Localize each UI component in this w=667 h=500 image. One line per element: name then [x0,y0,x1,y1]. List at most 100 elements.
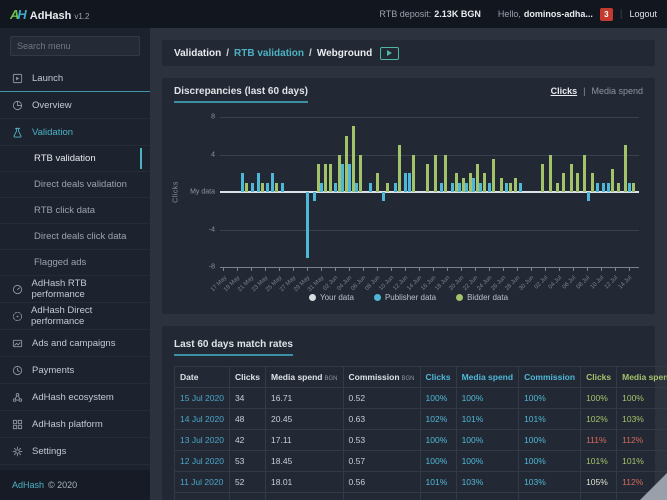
sidebar-item-adhash-rtb-performance[interactable]: AdHash RTB performance [0,276,150,303]
breadcrumb-rtb-validation[interactable]: RTB validation [234,48,304,59]
table-row: 10 Jul 20203312.970.40103%102%102%103%10… [175,493,667,500]
match-rates-table: DateClicksMedia spendBGNCommissionBGNCli… [174,366,667,500]
legend-item-your-data[interactable]: Your data [309,293,354,302]
sidebar-item-adhash-direct-performance[interactable]: AdHash Direct performance [0,303,150,330]
app-version: v1.2 [74,12,89,21]
col-date-base[interactable]: Date [175,367,230,388]
commission-cell: 0.40 [343,493,420,500]
media-spend-cell: 17.11 [266,430,344,451]
sidebar-subitem-rtb-click-data[interactable]: RTB click data [0,198,150,224]
publisher-match-cell: 100% [519,430,581,451]
table-row: 14 Jul 20204820.450.63102%101%101%102%10… [175,409,667,430]
bidder-match-cell: 103% [581,493,617,500]
sidebar-item-payments[interactable]: Payments [0,357,150,384]
date-cell[interactable]: 15 Jul 2020 [175,388,230,409]
x-tick [615,267,616,271]
notifications-badge[interactable]: 3 [600,8,613,21]
x-tick [433,267,434,271]
bidder-bar [549,155,552,193]
commission-cell: 0.56 [343,472,420,493]
publisher-bar [320,183,323,192]
col-media-spend-bidder[interactable]: Media spend [617,367,667,388]
sidebar-subitem-flagged-ads[interactable]: Flagged ads [0,250,150,276]
sidebar-item-validation[interactable]: Validation [0,119,150,146]
publisher-match-cell: 100% [420,430,456,451]
toggle-media-spend[interactable]: Media spend [591,86,643,96]
discrepancies-chart: Clicks 84-4-8My data17 May19 May21 May23… [220,117,639,267]
username[interactable]: dominos-adha... [524,9,593,19]
play-button[interactable] [380,47,399,60]
brand-name: AdHash [30,10,72,22]
bidder-bar [398,145,401,192]
col-commission-base[interactable]: CommissionBGN [343,367,420,388]
sidebar-item-adhash-platform[interactable]: AdHash platform [0,411,150,438]
bidder-match-cell: 100% [617,388,667,409]
publisher-bar [369,183,372,192]
toggle-clicks[interactable]: Clicks [551,86,578,96]
bidder-bar [376,173,379,192]
bidder-bar [611,169,614,192]
publisher-bar [596,183,599,192]
resize-grip[interactable] [640,473,667,500]
publisher-bar [602,183,605,192]
bidder-match-cell: 112% [617,430,667,451]
publisher-bar [451,183,454,192]
col-media-spend-base[interactable]: Media spendBGN [266,367,344,388]
logout-button[interactable]: Logout [629,9,657,19]
date-cell[interactable]: 10 Jul 2020 [175,493,230,500]
sidebar-item-overview[interactable]: Overview [0,92,150,119]
sidebar-item-ads-and-campaigns[interactable]: Ads and campaigns [0,330,150,357]
publisher-bar [348,164,351,192]
direct-performance-icon [12,310,23,322]
validation-icon [12,126,24,138]
sidebar-subitem-direct-deals-click-data[interactable]: Direct deals click data [0,224,150,250]
publisher-bar [341,164,344,192]
date-cell[interactable]: 14 Jul 2020 [175,409,230,430]
sidebar-subitem-direct-deals-validation[interactable]: Direct deals validation [0,172,150,198]
date-cell[interactable]: 11 Jul 2020 [175,472,230,493]
search-input[interactable] [10,36,140,56]
clicks-cell: 48 [229,409,265,430]
publisher-bar [472,178,475,192]
date-cell[interactable]: 12 Jul 2020 [175,451,230,472]
sidebar-item-launch[interactable]: Launch [0,65,150,92]
x-tick [391,267,392,271]
publisher-bar [465,183,468,192]
media-spend-cell: 16.71 [266,388,344,409]
footer-brand-link[interactable]: AdHash [12,480,44,490]
rtb-deposit: RTB deposit: 2.13K BGN [379,9,480,19]
breadcrumb-validation[interactable]: Validation [174,48,221,59]
x-tick [489,267,490,271]
x-tick [223,267,224,271]
date-cell[interactable]: 13 Jul 2020 [175,430,230,451]
publisher-bar [479,183,482,192]
sidebar-item-label: AdHash platform [32,419,103,430]
col-clicks-publisher[interactable]: Clicks [420,367,456,388]
adhash-logo[interactable]: AH AdHash v1.2 [10,7,89,22]
sidebar-subitem-rtb-validation[interactable]: RTB validation [0,146,150,172]
publisher-match-cell: 102% [456,493,518,500]
y-tick-label: 8 [211,114,215,121]
sidebar-item-label: Ads and campaigns [32,338,115,349]
sidebar-item-adhash-ecosystem[interactable]: AdHash ecosystem [0,384,150,411]
x-tick [307,267,308,271]
gridline [220,155,639,156]
publisher-match-cell: 101% [519,409,581,430]
sidebar-item-settings[interactable]: Settings [0,438,150,465]
x-tick [461,267,462,271]
publisher-bar [281,183,284,192]
platform-icon [12,418,24,430]
col-commission-publisher[interactable]: Commission [519,367,581,388]
publisher-bar [505,183,508,192]
publisher-match-cell: 100% [456,430,518,451]
col-clicks-base[interactable]: Clicks [229,367,265,388]
x-tick [573,267,574,271]
col-media-spend-publisher[interactable]: Media spend [456,367,518,388]
y-tick-label: -4 [209,226,215,233]
bidder-bar [556,183,559,192]
x-axis-line [220,267,639,268]
publisher-bar [519,183,522,192]
x-tick [531,267,532,271]
x-tick [475,267,476,271]
col-clicks-bidder[interactable]: Clicks [581,367,617,388]
